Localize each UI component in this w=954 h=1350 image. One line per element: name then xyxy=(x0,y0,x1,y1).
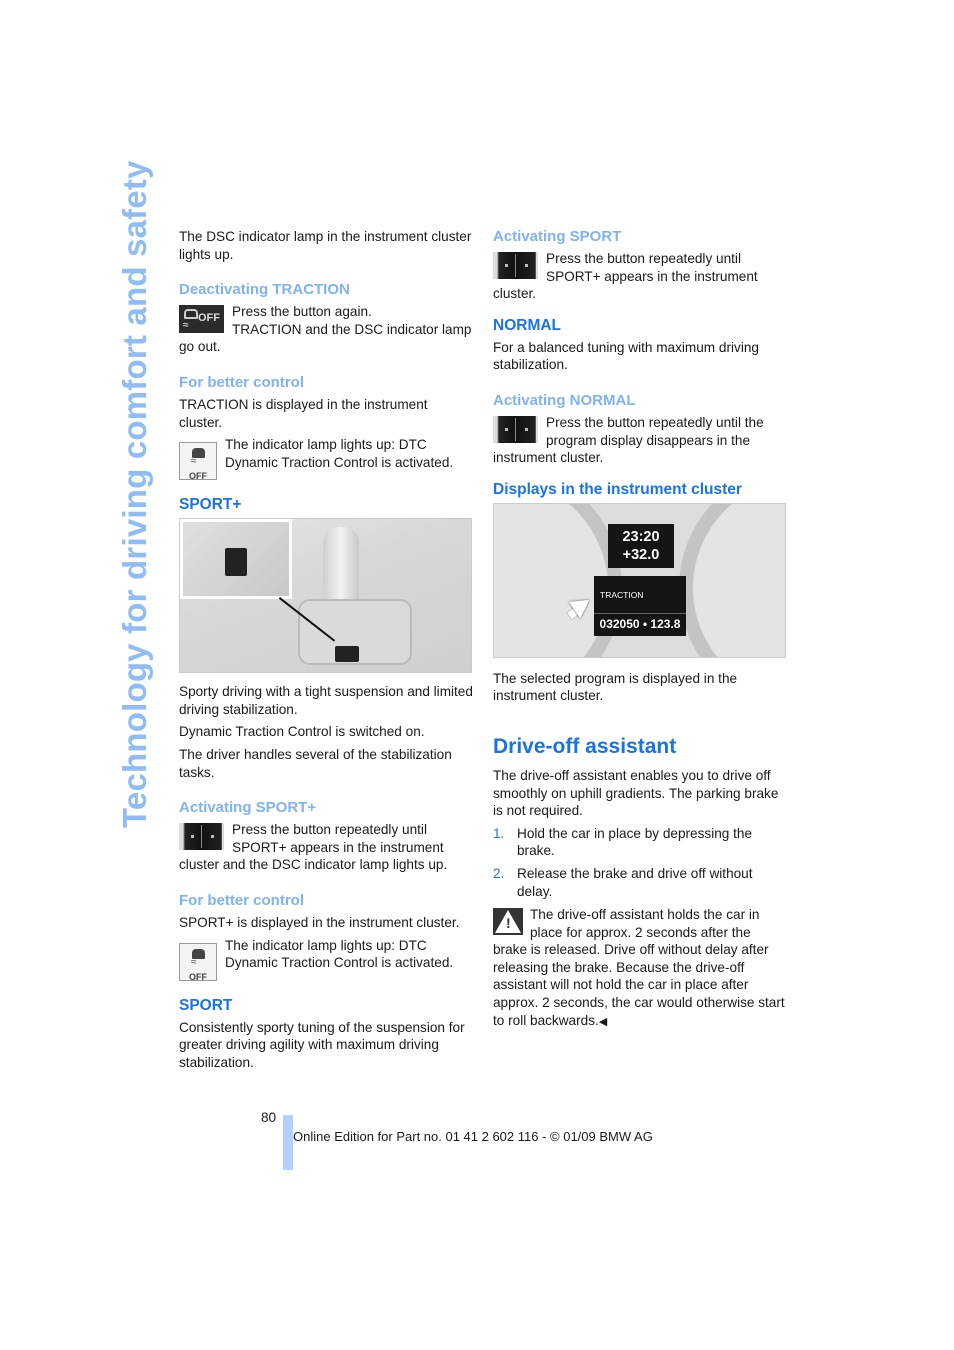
drive-mode-switch xyxy=(225,548,247,577)
cluster-odometer: 032050 • 123.8 xyxy=(594,613,686,634)
cluster-time: 23:20 xyxy=(622,528,660,545)
page-number: 80 xyxy=(261,1110,277,1125)
heading-activating-normal: Activating NORMAL xyxy=(493,391,636,409)
center-console-switch-photo xyxy=(179,518,472,674)
program-display: TRACTION 032050 • 123.8 xyxy=(594,575,686,636)
gear-selector-knob xyxy=(323,527,359,608)
step-number: 2. xyxy=(493,865,505,881)
left-column: The DSC indicator lamp in the instrument… xyxy=(179,228,474,1076)
dsc-off-button-icon: ≈ OFF xyxy=(179,305,224,334)
deactivating-traction-line1: Press the button again. xyxy=(232,304,372,320)
list-item: 2. Release the brake and drive off withou… xyxy=(493,865,788,900)
heading-normal: NORMAL xyxy=(493,316,562,334)
warning-text: The drive-off assistant holds the car in… xyxy=(493,907,785,1028)
warning-block: ! The drive-off assistant holds the car … xyxy=(493,906,788,1031)
step-number: 1. xyxy=(493,825,505,841)
sport-plus-desc-3: The driver handles several of the stabil… xyxy=(179,746,452,780)
drive-mode-button-icon xyxy=(493,252,538,279)
sport-plus-displayed-text: SPORT+ is displayed in the instrument cl… xyxy=(179,914,460,930)
right-column: Activating SPORT Press the button repeat… xyxy=(493,228,788,1036)
heading-for-better-control: For better control xyxy=(179,373,305,391)
sport-plus-desc-1: Sporty driving with a tight suspension a… xyxy=(179,684,473,717)
cluster-program: TRACTION xyxy=(600,589,644,600)
drive-mode-button-icon xyxy=(179,823,224,851)
activating-sport-plus-block: Press the button repeatedly until SPORT+… xyxy=(179,821,474,874)
deactivating-traction-block: ≈ OFF Press the button again. TRACTION a… xyxy=(179,303,474,356)
skid-marks-icon: ≈ xyxy=(183,320,189,332)
dtc-indicator-text: The indicator lamp lights up: DTC Dynami… xyxy=(225,437,454,470)
right-gauge xyxy=(679,503,785,657)
heading-deactivating-traction: Deactivating TRACTION xyxy=(179,281,350,299)
instrument-cluster-photo: 23:20 +32.0 TRACTION 032050 • 123.8 xyxy=(493,502,786,658)
cluster-temperature: +32.0 xyxy=(622,546,660,563)
activating-normal-block: Press the button repeatedly until the pr… xyxy=(493,414,788,467)
dtc-indicator-block: ≈ OFF The indicator lamp lights up: DTC … xyxy=(179,436,474,482)
drive-off-intro: The drive-off assistant enables you to d… xyxy=(493,767,779,819)
switch-closeup-inset xyxy=(180,519,292,600)
heading-sport: SPORT xyxy=(179,996,233,1014)
footer-bar xyxy=(283,1115,293,1170)
step-text: Release the brake and drive off without … xyxy=(517,865,753,899)
off-label: OFF xyxy=(198,312,220,325)
activating-sport-block: Press the button repeatedly until SPORT+… xyxy=(493,250,788,303)
sport-desc: Consistently sporty tuning of the suspen… xyxy=(179,1019,465,1070)
heading-activating-sport: Activating SPORT xyxy=(493,228,622,245)
end-mark-icon: ◀ xyxy=(598,1015,608,1028)
cluster-caption: The selected program is displayed in the… xyxy=(493,670,738,704)
dtc-indicator-text-2: The indicator lamp lights up: DTC Dynami… xyxy=(225,937,454,971)
heading-activating-sport-plus: Activating SPORT+ xyxy=(179,799,317,817)
heading-drive-off-assistant: Drive-off assistant xyxy=(493,734,677,758)
footer-edition-text: Online Edition for Part no. 01 41 2 602 … xyxy=(293,1129,653,1144)
off-label: OFF xyxy=(189,971,207,982)
heading-sport-plus: SPORT+ xyxy=(179,496,242,514)
drive-mode-button-icon xyxy=(493,415,538,443)
skid-marks-icon: ≈ xyxy=(191,956,197,968)
car-icon xyxy=(184,309,198,320)
warning-triangle-icon: ! xyxy=(493,908,523,936)
dtc-off-indicator-icon: ≈ OFF xyxy=(179,942,217,982)
dtc-off-indicator-icon: ≈ OFF xyxy=(179,442,217,481)
off-label: OFF xyxy=(189,471,207,482)
list-item: 1. Hold the car in place by depressing th… xyxy=(493,825,788,860)
dsc-intro-text: The DSC indicator lamp in the instrument… xyxy=(179,229,472,262)
heading-displays-cluster: Displays in the instrument cluster xyxy=(493,480,742,498)
time-temp-display: 23:20 +32.0 xyxy=(608,523,674,568)
chapter-side-title: Technology for driving comfort and safet… xyxy=(116,160,153,828)
drive-mode-switch xyxy=(335,646,359,663)
normal-desc: For a balanced tuning with maximum drivi… xyxy=(493,339,759,373)
step-text: Hold the car in place by depressing the … xyxy=(517,825,753,859)
skid-marks-icon: ≈ xyxy=(191,456,197,468)
drive-off-steps: 1. Hold the car in place by depressing th… xyxy=(493,825,788,900)
sport-plus-desc-2: Dynamic Traction Control is switched on. xyxy=(179,724,425,740)
traction-displayed-text: TRACTION is displayed in the instrument … xyxy=(179,396,428,430)
dtc-indicator-block-2: ≈ OFF The indicator lamp lights up: DTC … xyxy=(179,937,474,983)
heading-for-better-control-2: For better control xyxy=(179,891,305,909)
